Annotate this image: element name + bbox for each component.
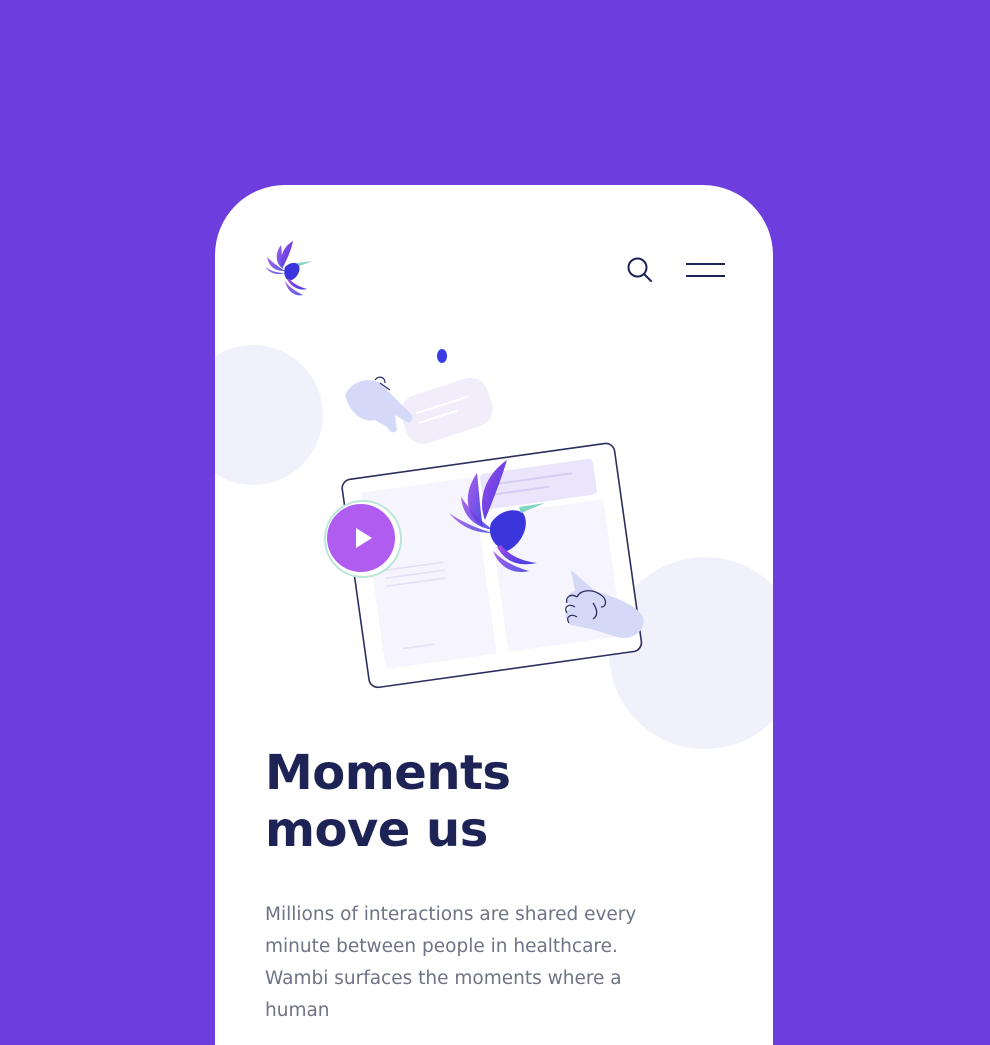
hand-left — [345, 380, 413, 433]
headline: Moments move us — [265, 745, 725, 859]
intro-paragraph: Millions of interactions are shared ever… — [265, 904, 637, 1021]
play-button — [324, 500, 402, 578]
floating-card — [400, 377, 493, 444]
phone-frame: Moments move us Millions of interactions… — [215, 185, 773, 1045]
tablet-with-hummingbird-illustration — [215, 345, 773, 749]
headline-line-2: move us — [265, 802, 488, 858]
notification-dot — [437, 349, 447, 363]
headline-line-1: Moments — [265, 745, 511, 801]
decorative-circle-left — [215, 345, 323, 485]
hamburger-menu-icon[interactable] — [685, 259, 727, 281]
search-icon[interactable] — [625, 255, 655, 285]
hummingbird-logo-icon[interactable] — [263, 237, 315, 299]
